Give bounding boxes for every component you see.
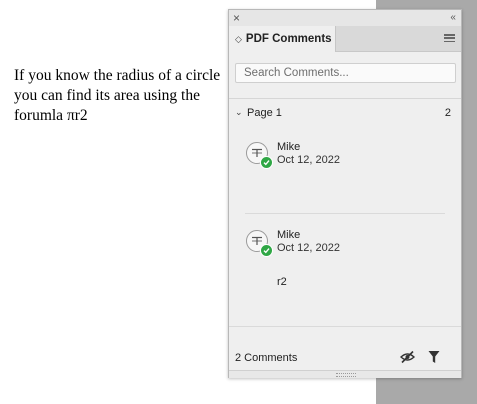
comment-item[interactable]: Mike Oct 12, 2022 [229, 138, 461, 214]
comment-author: Mike [277, 141, 301, 153]
list-divider [229, 326, 461, 327]
panel-footer: 2 Comments [229, 347, 461, 369]
comment-body: r2 [277, 276, 287, 288]
comment-date: Oct 12, 2022 [277, 154, 340, 166]
comment-item[interactable]: Mike Oct 12, 2022 r2 [229, 226, 461, 322]
checkmark-icon [260, 244, 273, 257]
checkmark-icon [260, 156, 273, 169]
grip-dots [336, 373, 356, 377]
pdf-comments-panel: × ‹‹ ◇ PDF Comments ⌄ Page 1 2 [228, 9, 462, 378]
search-input[interactable] [235, 63, 456, 83]
comments-count: 2 Comments [235, 352, 298, 364]
hamburger-menu-icon[interactable] [444, 34, 455, 43]
page-comment-count: 2 [444, 107, 451, 119]
double-chevron-icon[interactable]: ‹‹ [450, 10, 456, 26]
page-label: Page 1 [247, 107, 282, 119]
filter-icon[interactable] [428, 350, 440, 364]
close-icon[interactable]: × [233, 10, 240, 26]
panel-titlebar[interactable]: × ‹‹ [229, 10, 461, 27]
comment-author: Mike [277, 229, 301, 241]
panel-tabbar: ◇ PDF Comments [229, 26, 461, 52]
comment-date: Oct 12, 2022 [277, 242, 340, 254]
tab-label: PDF Comments [245, 33, 332, 45]
tab-pdf-comments[interactable]: ◇ PDF Comments [229, 26, 336, 52]
comment-divider [245, 213, 445, 214]
updown-chevron-icon: ◇ [235, 34, 242, 44]
search-area [229, 52, 461, 99]
chevron-down-icon[interactable]: ⌄ [235, 107, 243, 118]
eye-slash-icon[interactable] [399, 350, 416, 364]
page-group-header[interactable]: ⌄ Page 1 2 [229, 105, 461, 123]
document-text: If you know the radius of a circle you c… [14, 67, 221, 124]
resize-handle[interactable] [229, 370, 461, 378]
